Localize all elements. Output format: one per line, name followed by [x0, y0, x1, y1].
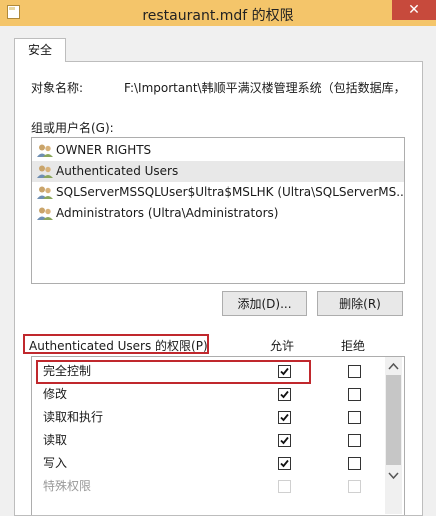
object-name-value: F:\Important\韩顺平满汉楼管理系统（包括数据库， [124, 81, 406, 95]
permissions-label: Authenticated Users 的权限(P) [29, 339, 208, 353]
object-name-label: 对象名称: [31, 81, 84, 95]
groups-label: 组或用户名(G): [31, 121, 114, 135]
permission-row: 读取和执行 [32, 406, 385, 429]
permission-row: 读取 [32, 429, 385, 452]
close-icon: ✕ [408, 2, 420, 18]
scrollbar-thumb[interactable] [386, 375, 401, 465]
window-title: restaurant.mdf 的权限 [142, 8, 294, 24]
deny-checkbox[interactable] [348, 411, 361, 424]
users-icon [37, 207, 53, 220]
remove-button[interactable]: 删除(R) [317, 291, 403, 316]
allow-checkbox[interactable] [278, 411, 291, 424]
permission-name: 特殊权限 [43, 479, 92, 493]
permission-name: 读取和执行 [43, 410, 104, 424]
deny-checkbox[interactable] [348, 365, 361, 378]
permission-name: 修改 [43, 387, 68, 401]
deny-checkbox[interactable] [348, 457, 361, 470]
permission-name: 写入 [43, 456, 68, 470]
allow-checkbox[interactable] [278, 457, 291, 470]
deny-checkbox[interactable] [348, 388, 361, 401]
list-item[interactable]: SQLServerMSSQLUser$Ultra$MSLHK (Ultra\SQ… [32, 182, 404, 203]
permission-row: 写入 [32, 452, 385, 475]
permission-name: 读取 [43, 433, 68, 447]
list-item-label: Authenticated Users [56, 164, 179, 178]
list-item-label: OWNER RIGHTS [56, 143, 152, 157]
allow-checkbox[interactable] [278, 434, 291, 447]
permission-row: 特殊权限 [32, 475, 385, 498]
deny-checkbox[interactable] [348, 434, 361, 447]
users-icon [37, 186, 53, 199]
scroll-down-icon[interactable] [388, 472, 399, 480]
allow-checkbox[interactable] [278, 480, 291, 493]
list-item-label: SQLServerMSSQLUser$Ultra$MSLHK (Ultra\SQ… [56, 185, 405, 199]
permission-row: 修改 [32, 383, 385, 406]
list-item[interactable]: OWNER RIGHTS [32, 140, 404, 161]
users-icon [37, 165, 53, 178]
groups-list[interactable]: OWNER RIGHTS Authenticated Users SQLServ… [31, 137, 405, 284]
deny-checkbox[interactable] [348, 480, 361, 493]
list-item[interactable]: Administrators (Ultra\Administrators) [32, 203, 404, 224]
tab-security[interactable]: 安全 [14, 38, 66, 62]
full-control-highlight [36, 360, 311, 384]
list-item-label: Administrators (Ultra\Administrators) [56, 206, 279, 220]
allow-header: 允许 [270, 339, 295, 353]
add-button[interactable]: 添加(D)... [222, 291, 307, 316]
list-item-selected[interactable]: Authenticated Users [32, 161, 404, 182]
deny-header: 拒绝 [341, 339, 366, 353]
scroll-up-icon[interactable] [388, 362, 399, 370]
users-icon [37, 144, 53, 157]
close-button[interactable]: ✕ [392, 0, 436, 20]
allow-checkbox[interactable] [278, 388, 291, 401]
